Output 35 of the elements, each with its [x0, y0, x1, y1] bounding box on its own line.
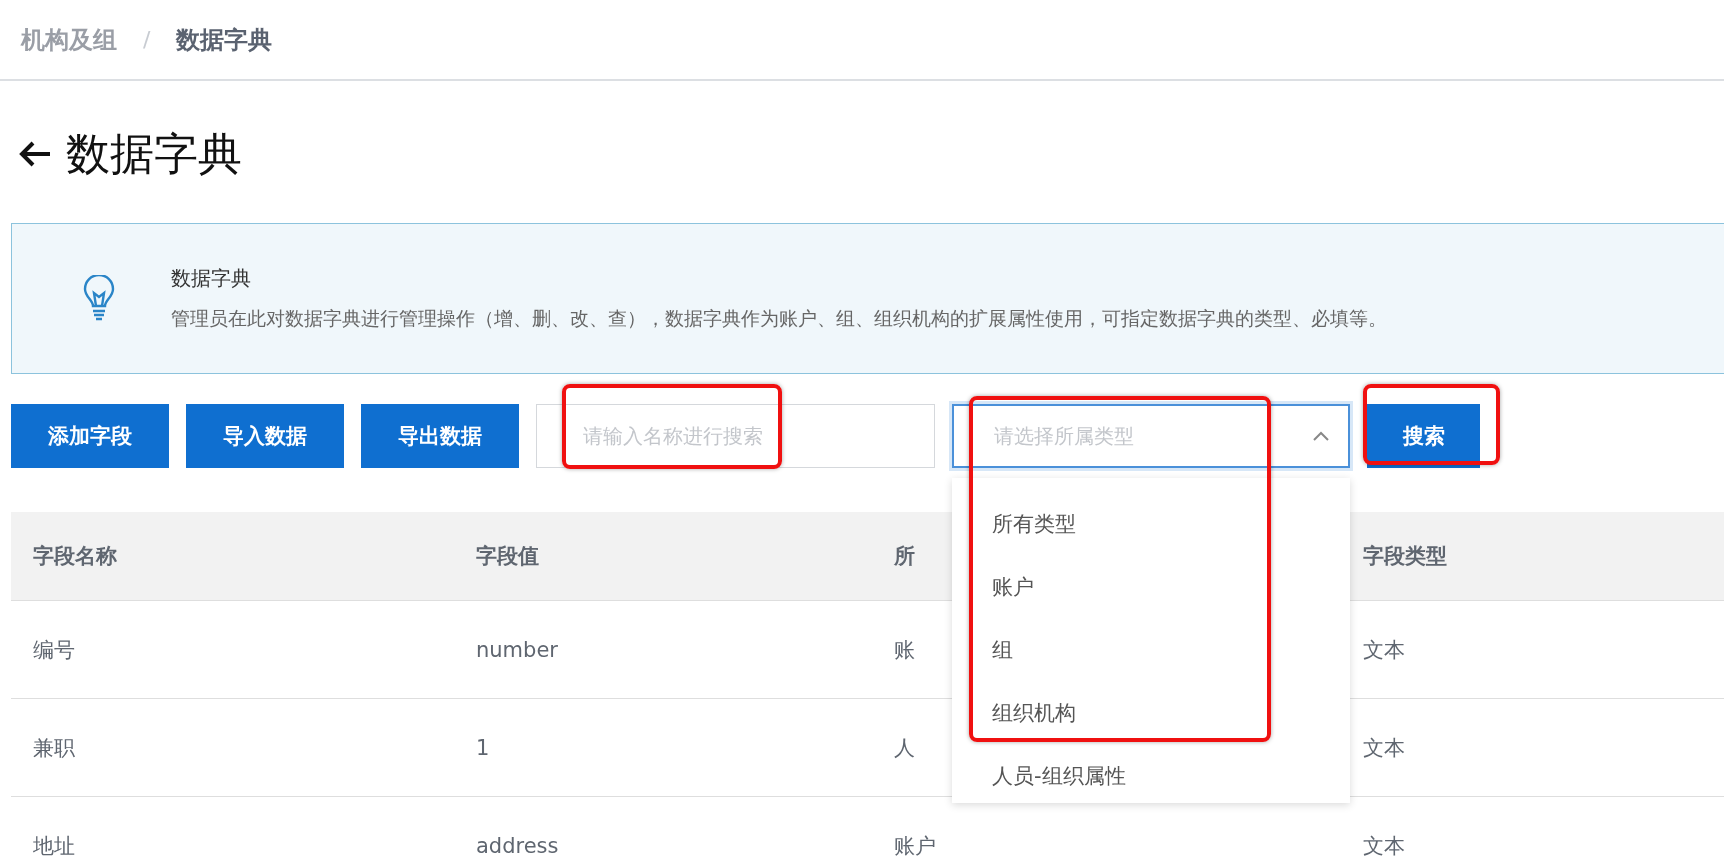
page-title: 数据字典: [66, 126, 242, 181]
table-cell-text: 编号: [33, 636, 75, 664]
table-cell: address: [476, 833, 559, 858]
search-button[interactable]: 搜索: [1367, 404, 1480, 468]
chevron-up-icon: [1312, 430, 1330, 442]
table-cell: 1: [476, 735, 490, 760]
toolbar-button[interactable]: 导入数据: [186, 404, 344, 468]
breadcrumb-item[interactable]: 机构及组: [21, 23, 117, 56]
column-header: 所: [894, 543, 915, 570]
table-cell-text: 人: [894, 734, 915, 762]
table-cell-text: 账: [894, 636, 915, 664]
alert-description: 管理员在此对数据字典进行管理操作（增、删、改、查），数据字典作为账户、组、组织机构的扩展属性使用，可指定数据字典的类型、必填等。: [171, 306, 1387, 331]
dropdown-option[interactable]: 所有类型: [952, 492, 1350, 555]
breadcrumb-item: 数据字典: [176, 24, 273, 56]
table-cell-text: 兼职: [33, 734, 75, 762]
lightbulb-icon: [82, 274, 116, 323]
name-search-field[interactable]: 请输入名称进行搜索: [536, 404, 935, 468]
dropdown-option[interactable]: 组织机构: [952, 681, 1350, 744]
dropdown-option[interactable]: 账户: [952, 555, 1350, 618]
table-cell-text: 文本: [1363, 636, 1405, 664]
dropdown-option[interactable]: 人员-组织属性: [952, 744, 1350, 803]
table-cell: number: [476, 637, 558, 662]
table-cell-text: 文本: [1363, 734, 1405, 762]
table-cell-text: 账户: [894, 832, 936, 860]
table-cell-text: 地址: [33, 832, 75, 860]
back-arrow-icon[interactable]: [18, 140, 52, 168]
toolbar-button[interactable]: 导出数据: [361, 404, 519, 468]
column-header: 字段类型: [1363, 543, 1447, 570]
column-header: 字段值: [476, 543, 539, 570]
table-cell-text: 文本: [1363, 832, 1405, 860]
dropdown-option[interactable]: 组: [952, 618, 1350, 681]
toolbar-button[interactable]: 添加字段: [11, 404, 169, 468]
breadcrumb-separator: /: [143, 27, 151, 52]
alert-title: 数据字典: [171, 265, 252, 292]
column-header: 字段名称: [33, 543, 117, 570]
